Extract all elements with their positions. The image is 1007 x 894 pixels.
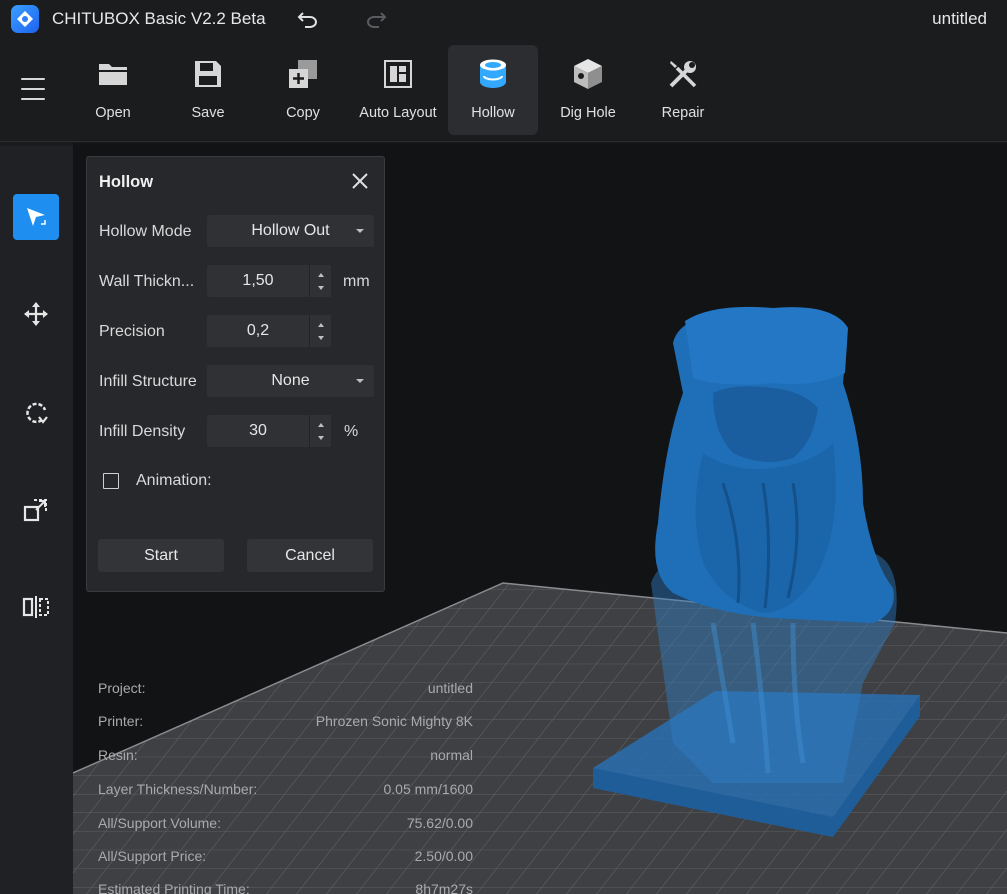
- info-row: Estimated Printing Time: 8h7m27s: [98, 881, 473, 894]
- redo-button[interactable]: [362, 6, 390, 32]
- copy-plus-icon: [289, 60, 317, 88]
- left-tool-sidebar: [0, 146, 73, 894]
- auto-layout-label: Auto Layout: [359, 105, 437, 121]
- mirror-tool-button[interactable]: [13, 584, 59, 630]
- main-toolbar: Open Save Copy Auto Layout Hollow Dig Ho…: [0, 38, 1007, 142]
- select-tool-button[interactable]: [13, 194, 59, 240]
- hollow-cylinder-icon: [480, 59, 506, 88]
- document-name: untitled: [932, 9, 987, 28]
- repair-button[interactable]: Repair: [638, 45, 728, 135]
- save-button[interactable]: Save: [163, 45, 253, 135]
- infill-density-label: Infill Density: [99, 423, 186, 440]
- info-row: Layer Thickness/Number: 0.05 mm/1600: [98, 781, 473, 797]
- wall-thickness-stepper[interactable]: 1,50: [207, 265, 331, 297]
- hollow-label: Hollow: [471, 105, 515, 121]
- precision-value[interactable]: 0,2: [207, 315, 309, 347]
- wall-thickness-label: Wall Thickn...: [99, 273, 195, 290]
- precision-label: Precision: [99, 323, 165, 340]
- layout-grid-icon: [384, 60, 412, 88]
- infill-density-unit: %: [344, 423, 359, 440]
- title-bar: CHITUBOX Basic V2.2 Beta untitled: [0, 0, 1007, 38]
- move-arrows-icon: [24, 302, 48, 326]
- app-logo-icon: [11, 5, 39, 33]
- floppy-disk-icon: [195, 61, 221, 87]
- dig-hole-label: Dig Hole: [560, 105, 616, 121]
- infill-density-stepper[interactable]: 30: [207, 415, 331, 447]
- model-bust[interactable]: [593, 306, 920, 837]
- info-row: Printer: Phrozen Sonic Mighty 8K: [98, 713, 473, 729]
- animation-label: Animation:: [136, 472, 212, 489]
- copy-label: Copy: [286, 105, 320, 121]
- scale-tool-button[interactable]: [13, 487, 59, 533]
- hollow-mode-value: Hollow Out: [251, 222, 330, 239]
- rotate-tool-button[interactable]: [13, 389, 59, 435]
- wall-thickness-unit: mm: [343, 273, 370, 290]
- cancel-button[interactable]: Cancel: [247, 539, 373, 572]
- open-button[interactable]: Open: [68, 45, 158, 135]
- increment-icon[interactable]: [317, 272, 324, 277]
- rotate-icon: [26, 402, 48, 424]
- undo-icon: [297, 12, 317, 28]
- move-tool-button[interactable]: [13, 291, 59, 337]
- mirror-icon: [22, 596, 49, 618]
- cursor-arrow-icon: [27, 208, 46, 226]
- hamburger-menu-button[interactable]: [14, 72, 52, 106]
- hollow-mode-label: Hollow Mode: [99, 223, 192, 240]
- wall-thickness-value[interactable]: 1,50: [207, 265, 309, 297]
- open-label: Open: [95, 105, 131, 121]
- scale-icon: [23, 499, 47, 522]
- decrement-icon[interactable]: [317, 335, 324, 340]
- infill-structure-select[interactable]: None: [207, 365, 374, 397]
- start-button[interactable]: Start: [98, 539, 224, 572]
- hollow-panel: Hollow Hollow Mode Hollow Out Wall Thick…: [86, 156, 385, 592]
- increment-icon[interactable]: [317, 422, 324, 427]
- decrement-icon[interactable]: [317, 435, 324, 440]
- redo-icon: [367, 12, 387, 28]
- panel-title: Hollow: [99, 173, 154, 191]
- auto-layout-button[interactable]: Auto Layout: [353, 45, 443, 135]
- close-icon: [352, 173, 368, 189]
- decrement-icon[interactable]: [317, 285, 324, 290]
- undo-button[interactable]: [294, 6, 322, 32]
- folder-icon: [99, 64, 127, 85]
- increment-icon[interactable]: [317, 322, 324, 327]
- app-title: CHITUBOX Basic V2.2 Beta: [52, 9, 266, 28]
- hollow-button[interactable]: Hollow: [448, 45, 538, 135]
- animation-checkbox[interactable]: [103, 473, 119, 489]
- infill-structure-label: Infill Structure: [99, 373, 197, 390]
- hollow-mode-select[interactable]: Hollow Out: [207, 215, 374, 247]
- dig-hole-button[interactable]: Dig Hole: [543, 45, 633, 135]
- info-row: Resin: normal: [98, 747, 473, 763]
- save-label: Save: [191, 105, 225, 121]
- copy-button[interactable]: Copy: [258, 45, 348, 135]
- info-row: All/Support Price: 2.50/0.00: [98, 848, 473, 864]
- chevron-down-icon: [356, 379, 364, 383]
- wrench-screwdriver-icon: [669, 61, 697, 88]
- info-row: Project: untitled: [98, 680, 473, 696]
- chevron-down-icon: [356, 229, 364, 233]
- infill-structure-value: None: [271, 372, 310, 389]
- precision-stepper[interactable]: 0,2: [207, 315, 331, 347]
- close-panel-button[interactable]: [348, 169, 372, 193]
- cube-hole-icon: [574, 59, 602, 89]
- infill-density-value[interactable]: 30: [207, 415, 309, 447]
- repair-label: Repair: [661, 105, 705, 121]
- info-row: All/Support Volume: 75.62/0.00: [98, 815, 473, 831]
